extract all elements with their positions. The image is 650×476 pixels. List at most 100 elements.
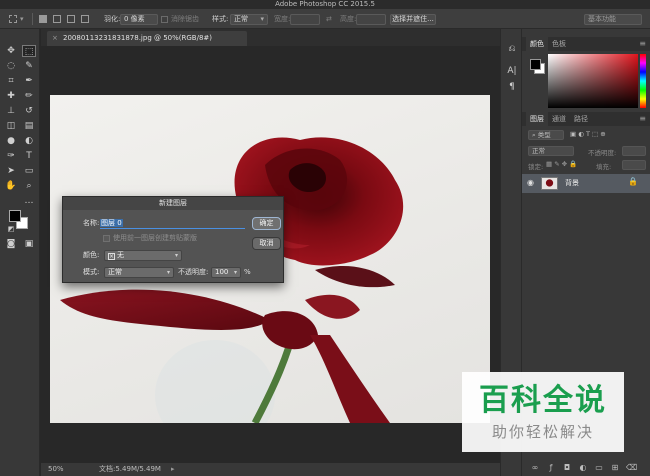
opacity-value: 100 — [215, 268, 229, 276]
lock-label: 锁定: — [528, 163, 544, 171]
layer-name[interactable]: 背景 — [565, 174, 579, 193]
chevron-down-icon: ▾ — [260, 15, 264, 23]
layer-filter-icons[interactable]: ▣ ◐ T ⬚ ⊕ — [570, 130, 606, 138]
new-selection-icon[interactable] — [39, 15, 47, 23]
lasso-tool-icon[interactable]: ◌ — [4, 60, 18, 72]
history-brush-icon[interactable]: ↺ — [22, 105, 36, 117]
foreground-color-swatch[interactable] — [530, 59, 541, 70]
status-bar: 50% 文档:5.49M/5.49M ▸ — [41, 463, 500, 476]
close-icon[interactable]: × — [52, 31, 58, 46]
layers-footer: ∞ ƒ ◘ ◐ ▭ ⊞ ⌫ — [522, 461, 650, 476]
character-panel-icon[interactable]: A| — [506, 65, 518, 77]
ribbon-tail — [310, 335, 390, 423]
folder-icon[interactable]: ▭ — [594, 463, 604, 473]
foreground-color-swatch[interactable] — [9, 210, 21, 222]
opacity-input[interactable] — [622, 146, 646, 156]
height-input[interactable] — [356, 14, 386, 25]
hue-slider[interactable] — [640, 54, 646, 108]
panel-menu-icon[interactable]: ≡ — [639, 37, 646, 51]
clipping-mask-checkbox[interactable] — [103, 235, 110, 242]
document-tab[interactable]: × 20080113231831878.jpg @ 50%(RGB/8#) — [47, 31, 247, 46]
quick-mask-icon[interactable]: ◙ — [4, 238, 18, 250]
fx-icon[interactable]: ƒ — [546, 463, 556, 473]
history-panel-icon[interactable]: ⎌ — [506, 43, 518, 55]
more-tools-icon[interactable]: … — [22, 195, 36, 207]
layer-row[interactable]: ◉ 背景 🔒 — [522, 174, 650, 193]
screen-mode-icon[interactable]: ▣ — [22, 238, 36, 250]
zoom-tool-icon[interactable]: ⌕ — [22, 180, 36, 192]
clone-stamp-icon[interactable]: ⊥ — [4, 105, 18, 117]
opacity-label: 不透明度: — [178, 268, 209, 276]
feather-input[interactable]: 0 像素 — [120, 14, 158, 25]
tab-swatches[interactable]: 色板 — [548, 37, 570, 51]
watermark-title: 百科全说 — [479, 383, 607, 418]
search-icon: ⌕ — [532, 131, 536, 139]
chevron-down-icon[interactable]: ▾ — [20, 9, 24, 29]
tab-layers[interactable]: 图层 — [526, 112, 548, 126]
blur-tool-icon[interactable]: ● — [4, 135, 18, 147]
document-tabs: × 20080113231831878.jpg @ 50%(RGB/8#) — [41, 29, 500, 46]
layer-filter-select[interactable]: ⌕ 类型 — [528, 130, 564, 140]
select-and-mask-button[interactable]: 选择并遮住... — [390, 14, 436, 25]
trash-icon[interactable]: ⌫ — [626, 463, 637, 473]
workspace-select[interactable]: 基本功能 — [584, 14, 642, 25]
zoom-level[interactable]: 50% — [48, 463, 64, 476]
healing-brush-icon[interactable]: ✚ — [4, 90, 18, 102]
height-label: 高度: — [340, 15, 357, 23]
style-select[interactable]: 正常 ▾ — [230, 14, 268, 25]
paragraph-panel-icon[interactable]: ¶ — [506, 81, 518, 93]
brush-tool-icon[interactable]: ✏ — [22, 90, 36, 102]
shape-tool-icon[interactable]: ▭ — [22, 165, 36, 177]
lock-icon[interactable]: 🔒 — [628, 177, 638, 186]
pen-tool-icon[interactable]: ✑ — [4, 150, 18, 162]
blend-row: 正常 不透明度: — [522, 146, 650, 158]
move-tool-icon[interactable]: ✥ — [4, 45, 18, 57]
quick-select-tool-icon[interactable]: ✎ — [22, 60, 36, 72]
opacity-input[interactable]: 100 ▾ — [211, 267, 241, 278]
clipping-mask-label: 使用前一图层创建剪贴蒙版 — [113, 234, 197, 242]
ok-button[interactable]: 确定 — [252, 217, 281, 230]
cancel-button[interactable]: 取消 — [252, 237, 281, 250]
tab-channels[interactable]: 通道 — [548, 112, 570, 126]
antialias-checkbox[interactable] — [161, 16, 168, 23]
type-tool-icon[interactable]: T — [22, 150, 36, 162]
marquee-preset-icon[interactable] — [9, 15, 17, 23]
width-input[interactable] — [290, 14, 320, 25]
adjustment-icon[interactable]: ◐ — [578, 463, 588, 473]
chevron-down-icon: ▾ — [233, 269, 237, 276]
link-icon[interactable]: ∞ — [530, 463, 540, 473]
panel-menu-icon[interactable]: ≡ — [639, 112, 646, 126]
mode-select[interactable]: 正常 ▾ — [104, 267, 174, 278]
tab-color[interactable]: 颜色 — [526, 37, 548, 51]
new-layer-icon[interactable]: ⊞ — [610, 463, 620, 473]
intersect-selection-icon[interactable] — [81, 15, 89, 23]
blend-mode-select[interactable]: 正常 — [528, 146, 574, 156]
filter-kind: 类型 — [537, 131, 551, 139]
subtract-selection-icon[interactable] — [67, 15, 75, 23]
chevron-down-icon: ▾ — [166, 269, 170, 276]
default-colors-icon[interactable]: ◩ — [4, 223, 18, 235]
dodge-tool-icon[interactable]: ◐ — [22, 135, 36, 147]
chevron-down-icon: ▾ — [174, 252, 178, 259]
marquee-tool-icon[interactable]: ⬚ — [22, 45, 36, 57]
layer-name-value: 图层 0 — [100, 219, 123, 227]
crop-tool-icon[interactable]: ⌗ — [4, 75, 18, 87]
layer-name-input[interactable]: 图层 0 — [100, 218, 245, 229]
status-menu-icon[interactable]: ▸ — [171, 463, 175, 476]
layers-panel-tabs: 图层 通道 路径 ≡ — [522, 112, 650, 126]
swap-icon[interactable]: ⇄ — [326, 9, 332, 29]
eraser-tool-icon[interactable]: ◫ — [4, 120, 18, 132]
lock-icons[interactable]: ▦ ✎ ✥ 🔒 — [546, 160, 577, 168]
eyedropper-tool-icon[interactable]: ✒ — [22, 75, 36, 87]
hand-tool-icon[interactable]: ✋ — [4, 180, 18, 192]
tab-paths[interactable]: 路径 — [570, 112, 592, 126]
gradient-tool-icon[interactable]: ▤ — [22, 120, 36, 132]
add-selection-icon[interactable] — [53, 15, 61, 23]
color-field[interactable] — [548, 54, 638, 108]
fill-input[interactable] — [622, 160, 646, 170]
mask-icon[interactable]: ◘ — [562, 463, 572, 473]
eye-icon[interactable]: ◉ — [527, 178, 534, 187]
color-select[interactable]: × 无 ▾ — [104, 250, 182, 261]
fill-label: 填充: — [596, 163, 612, 171]
path-select-tool-icon[interactable]: ➤ — [4, 165, 18, 177]
